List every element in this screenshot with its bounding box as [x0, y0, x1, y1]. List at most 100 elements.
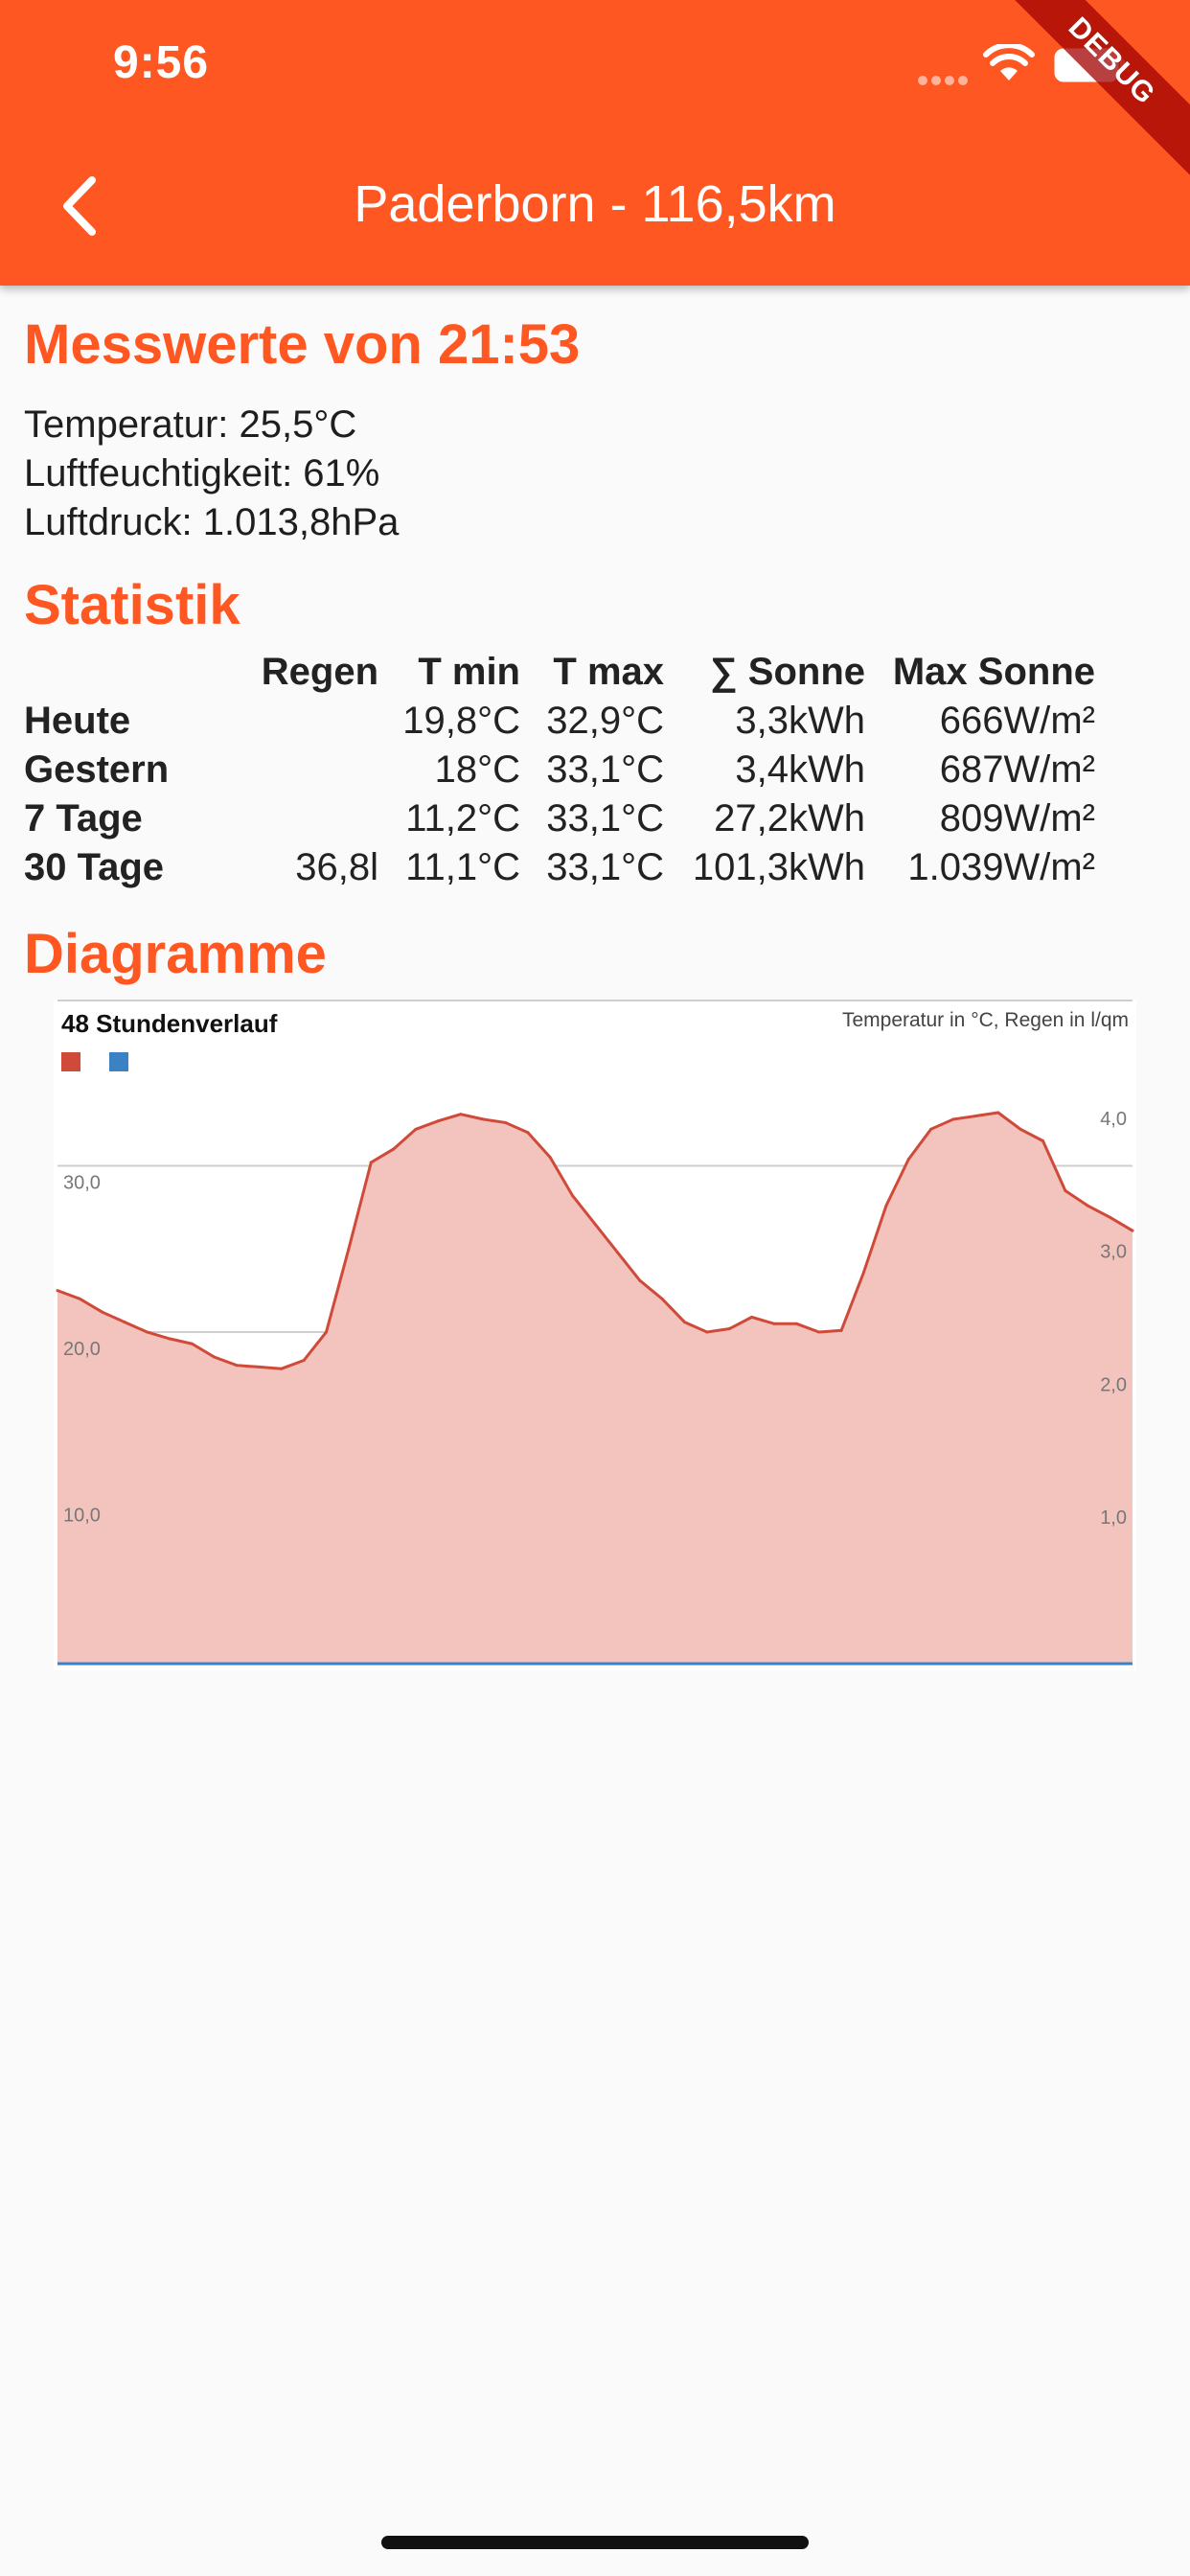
- y-left-tick-label: 20,0: [63, 1339, 101, 1360]
- table-cell: 809W/m²: [939, 797, 1095, 840]
- temperature-point: [817, 1330, 821, 1334]
- temperature-point: [727, 1327, 731, 1331]
- temperature-point: [615, 1251, 619, 1254]
- temperature-point: [526, 1131, 530, 1135]
- temperature-point: [593, 1222, 597, 1226]
- temperature-point: [683, 1321, 686, 1324]
- temperature-point: [347, 1247, 351, 1251]
- temperature-point: [705, 1330, 709, 1334]
- temperature-point: [101, 1310, 104, 1314]
- column-header: ∑ Sonne: [710, 651, 865, 693]
- temperature-area: [57, 1113, 1133, 1665]
- status-time: 9:56: [113, 37, 210, 88]
- temperature-point: [638, 1278, 642, 1282]
- temperature-point: [548, 1156, 552, 1160]
- table-cell: 11,1°C: [405, 846, 520, 888]
- temperature-point: [1131, 1229, 1134, 1232]
- row-label: Heute: [24, 700, 131, 742]
- table-cell: [216, 697, 378, 746]
- temperature-point: [414, 1127, 418, 1131]
- y-left-tick-label: 10,0: [63, 1506, 101, 1527]
- table-row: Gestern 18°C 33,1°C 3,4kWh 687W/m²: [24, 746, 1095, 794]
- measurements-values: Temperatur: 25,5°C Luftfeuchtigkeit: 61%…: [24, 401, 399, 547]
- table-row: 30 Tage 36,8l 11,1°C 33,1°C 101,3kWh 1.0…: [24, 843, 1095, 892]
- wifi-icon: [983, 44, 1035, 80]
- home-indicator: [381, 2536, 809, 2549]
- temperature-point: [235, 1364, 239, 1368]
- temperature-point: [392, 1147, 396, 1151]
- chart-svg: 10,0 20,0 30,0 1,0 2,0 3,0 4,0 48 Stundenverla…: [56, 1000, 1134, 1666]
- chart-title: 48 Stundenverlauf: [61, 1009, 278, 1038]
- temperature-value: Temperatur: 25,5°C: [24, 403, 357, 446]
- temperature-point: [302, 1358, 306, 1362]
- table-cell: 19,8°C: [402, 700, 520, 742]
- temperature-point: [146, 1330, 149, 1334]
- temperature-point: [1018, 1127, 1022, 1131]
- table-row: 7 Tage 11,2°C 33,1°C 27,2kWh 809W/m²: [24, 794, 1095, 843]
- temperature-point: [123, 1321, 126, 1324]
- temperature-point: [996, 1111, 1000, 1115]
- temperature-point: [168, 1337, 172, 1341]
- measurements-heading: Messwerte von 21:53: [24, 313, 581, 376]
- temperature-point: [257, 1365, 261, 1368]
- app-bar: 9:56 DEBUG Paderborn - 116,5km: [0, 0, 1190, 286]
- temperature-point: [862, 1271, 865, 1275]
- temperature-point: [481, 1117, 485, 1121]
- column-header: Regen: [261, 651, 378, 693]
- temperature-point: [504, 1120, 507, 1124]
- temperature-point: [56, 1289, 59, 1293]
- humidity-value: Luftfeuchtigkeit: 61%: [24, 452, 380, 494]
- table-cell: 1.039W/m²: [907, 846, 1095, 888]
- temperature-point: [459, 1113, 463, 1116]
- temperature-point: [951, 1117, 955, 1121]
- table-cell: [216, 746, 378, 794]
- temperature-point: [973, 1114, 977, 1117]
- table-cell: 33,1°C: [546, 846, 664, 888]
- temperature-point: [1109, 1215, 1112, 1219]
- temperature-point: [571, 1194, 575, 1198]
- table-cell: 32,9°C: [546, 700, 664, 742]
- table-row: Heute 19,8°C 32,9°C 3,3kWh 666W/m²: [24, 697, 1095, 746]
- table-cell: 11,2°C: [405, 797, 520, 840]
- temperature-point: [794, 1322, 798, 1325]
- y-right-tick-label: 3,0: [1100, 1242, 1127, 1263]
- diagrams-heading: Diagramme: [24, 923, 327, 985]
- statistics-table: Regen T min T max ∑ Sonne Max Sonne Heut…: [24, 648, 1095, 892]
- table-cell: 33,1°C: [546, 797, 664, 840]
- temperature-point: [906, 1158, 910, 1162]
- table-cell: 18°C: [434, 748, 520, 791]
- table-cell: 33,1°C: [546, 748, 664, 791]
- temperature-point: [213, 1355, 217, 1359]
- temperature-point: [1064, 1189, 1067, 1193]
- y-right-tick-label: 4,0: [1100, 1109, 1127, 1130]
- table-cell: 3,3kWh: [735, 700, 865, 742]
- chart-subtitle: Temperatur in °C, Regen in l/qm: [842, 1009, 1129, 1031]
- temperature-point: [660, 1297, 664, 1300]
- debug-ribbon: DEBUG: [992, 0, 1190, 181]
- chart-image: 10,0 20,0 30,0 1,0 2,0 3,0 4,0 48 Stundenverla…: [54, 1000, 1136, 1670]
- pressure-value: Luftdruck: 1.013,8hPa: [24, 501, 400, 543]
- table-cell: 101,3kWh: [692, 846, 865, 888]
- table-corner: [24, 648, 216, 697]
- temperature-point: [929, 1127, 933, 1131]
- temperature-point: [884, 1204, 888, 1208]
- table-header-row: Regen T min T max ∑ Sonne Max Sonne: [24, 648, 1095, 697]
- table-cell: [216, 794, 378, 843]
- temperature-point: [190, 1342, 194, 1346]
- y-left-tick-label: 30,0: [63, 1173, 101, 1194]
- table-cell: 3,4kWh: [735, 748, 865, 791]
- temperature-point: [1041, 1138, 1044, 1142]
- row-label: Gestern: [24, 748, 170, 791]
- temperature-point: [78, 1297, 81, 1300]
- table-cell: 687W/m²: [939, 748, 1095, 791]
- temperature-point: [436, 1119, 440, 1123]
- table-cell: 27,2kWh: [714, 797, 865, 840]
- row-label: 30 Tage: [24, 846, 164, 888]
- temperature-point: [1086, 1204, 1089, 1208]
- page-title: Paderborn - 116,5km: [354, 175, 836, 233]
- y-right-tick-label: 2,0: [1100, 1374, 1127, 1395]
- column-header: T max: [553, 651, 664, 693]
- temperature-point: [839, 1328, 843, 1332]
- y-right-tick-label: 1,0: [1100, 1507, 1127, 1529]
- statistics-heading: Statistik: [24, 574, 240, 636]
